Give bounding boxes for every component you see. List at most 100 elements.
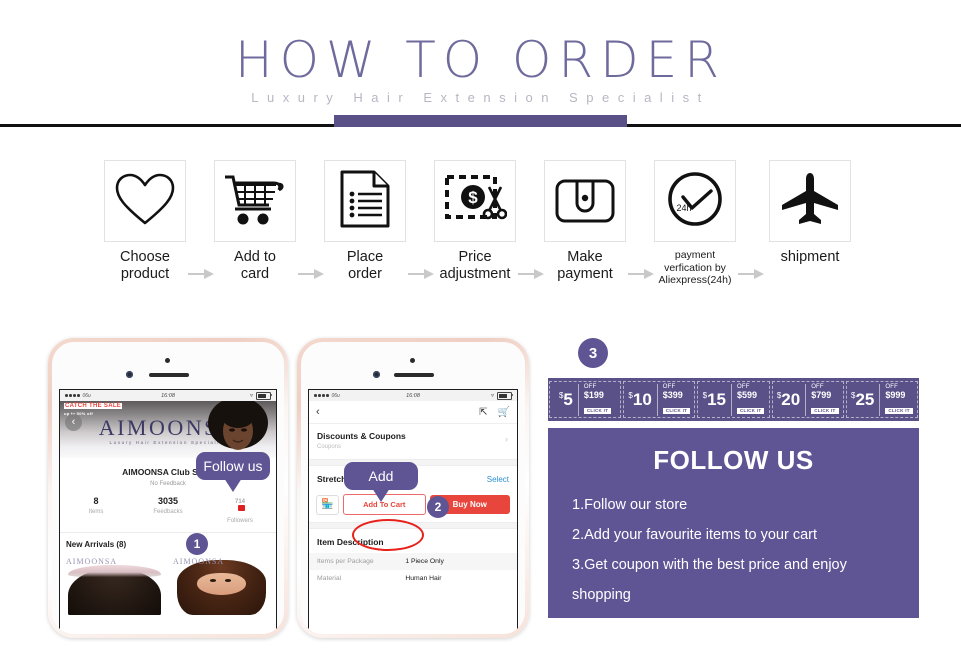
- step-icon-box: [544, 160, 626, 242]
- step-label: Place order: [346, 249, 384, 282]
- store-stats: 8 Items 3035 Feedbacks 714 Followers: [60, 496, 276, 533]
- phone-mockup-store: 06u 16:08 ▿ CATCH THE SALE up to 50% off…: [48, 338, 288, 638]
- section-divider: [309, 522, 517, 529]
- status-time: 16:08: [406, 392, 420, 399]
- step-icon-box: [214, 160, 296, 242]
- description-row: Items per Package 1 Piece Only: [309, 553, 517, 570]
- discounts-title: Discounts & Coupons: [317, 431, 406, 441]
- header: HOW TO ORDER Luxury Hair Extension Speci…: [0, 0, 961, 135]
- stat-items: 8 Items: [88, 496, 104, 515]
- front-camera-icon: [372, 371, 380, 378]
- coupon-cta[interactable]: CLICK IT: [736, 407, 765, 414]
- airplane-icon: [779, 171, 841, 232]
- follow-us-title: FOLLOW US: [653, 445, 814, 475]
- follow-us-list: 1.Follow our store 2.Add your favourite …: [548, 490, 919, 610]
- product-grid: AIMOONSA AIMOONSA: [60, 555, 276, 615]
- step-label: shipment: [780, 249, 840, 265]
- product-navbar: ‹ ⇱ 🛒: [309, 401, 517, 424]
- discounts-coupons-row[interactable]: Discounts & Coupons Coupons ›: [309, 424, 517, 453]
- discounts-sub: Coupons: [317, 444, 342, 450]
- coupon-strip: $5 OFF $199 CLICK IT $10 OFF $399 CLICK …: [548, 378, 919, 421]
- back-icon[interactable]: ‹: [316, 407, 320, 418]
- clock-check-24h-icon: 24h: [665, 169, 725, 234]
- wifi-icon: ▿: [249, 393, 253, 399]
- store-feedback: No Feedback: [150, 481, 186, 487]
- step-icon-box: [104, 160, 186, 242]
- phone-screen: 06u 16:08 ▿ CATCH THE SALE up to 50% off…: [59, 389, 277, 634]
- chevron-right-icon: ›: [505, 434, 508, 444]
- heart-icon: [114, 172, 176, 231]
- step-icon-box: [769, 160, 851, 242]
- earpiece-speaker-icon: [149, 373, 189, 377]
- phone-body: 06u 16:08 ▿ CATCH THE SALE up to 50% off…: [52, 342, 284, 634]
- document-icon: [339, 169, 391, 234]
- price-tag-scissors-icon: $: [443, 171, 508, 232]
- cta-row: 🏪 Add To Cart Buy Now: [309, 488, 517, 522]
- model-photo: [208, 401, 268, 450]
- wifi-icon: ▿: [490, 393, 494, 399]
- step-label: Choose product: [120, 249, 170, 282]
- list-item: 2.Add your favourite items to your cart: [572, 527, 817, 543]
- wallet-icon: [554, 173, 616, 230]
- coupon-cta[interactable]: CLICK IT: [662, 407, 691, 414]
- page-title: HOW TO ORDER: [234, 31, 726, 89]
- coupon-cta[interactable]: CLICK IT: [811, 407, 839, 414]
- item-description-title: Item Description: [317, 537, 384, 547]
- coupon-cta[interactable]: CLICK IT: [885, 407, 913, 414]
- earpiece-speaker-icon: [394, 373, 434, 377]
- step-shipment: shipment: [762, 160, 858, 266]
- step-icon-box: 24h: [654, 160, 736, 242]
- store-banner: CATCH THE SALE up to 50% off ‹ AIMOONSA …: [60, 401, 276, 458]
- battery-icon: [256, 391, 273, 400]
- front-camera-icon: [126, 371, 134, 378]
- coupon-item[interactable]: $15 OFF $599 CLICK IT: [697, 381, 770, 418]
- list-item: shopping: [572, 587, 631, 603]
- battery-icon: [497, 391, 514, 400]
- step-add-to-card: Add to card: [207, 160, 303, 283]
- product-watermark: AIMOONSA: [173, 557, 225, 566]
- step-label: Price adjustment: [439, 249, 511, 282]
- cart-icon: [223, 171, 287, 232]
- page-subtitle: Luxury Hair Extension Specialist: [251, 90, 710, 105]
- coupon-item[interactable]: $5 OFF $199 CLICK IT: [549, 381, 622, 418]
- steps-row: Choose product Add to card Place order $…: [0, 160, 961, 300]
- coupon-item[interactable]: $20 OFF $799 CLICK IT: [771, 381, 844, 418]
- share-icon[interactable]: ⇱: [479, 407, 487, 418]
- step-badge-3: 3: [578, 338, 608, 368]
- stat-feedbacks: 3035 Feedbacks: [153, 496, 183, 515]
- flag-icon: [237, 505, 245, 511]
- how-to-order-infographic: HOW TO ORDER Luxury Hair Extension Speci…: [0, 0, 961, 658]
- step-make-payment: Make payment: [537, 160, 633, 283]
- cart-icon[interactable]: 🛒: [498, 407, 510, 418]
- status-bar: 06u 16:08 ▿: [309, 390, 517, 401]
- hair-bundle-image: [68, 564, 162, 615]
- follow-us-panel: FOLLOW US 1.Follow our store 2.Add your …: [548, 428, 919, 618]
- store-icon[interactable]: 🏪: [316, 494, 339, 515]
- product-watermark: AIMOONSA: [66, 557, 118, 566]
- product-card[interactable]: AIMOONSA: [62, 555, 167, 615]
- step-price-adjustment: $ Price adjustment: [427, 160, 523, 283]
- header-divider-purple: [334, 115, 627, 127]
- product-card[interactable]: AIMOONSA: [169, 555, 274, 615]
- new-arrivals-heading: New Arrivals (8): [66, 540, 127, 549]
- status-time: 16:08: [161, 392, 175, 399]
- coupon-item[interactable]: $25 OFF $999 CLICK IT: [845, 381, 919, 418]
- step-badge-2: 2: [427, 496, 449, 518]
- coupon-cta[interactable]: CLICK IT: [583, 407, 612, 414]
- select-link[interactable]: Select: [487, 475, 509, 484]
- proximity-sensor-icon: [165, 358, 170, 363]
- coupon-item[interactable]: $10 OFF $399 CLICK IT: [623, 381, 696, 418]
- step-label: Make payment: [557, 249, 613, 282]
- step-place-order: Place order: [317, 160, 413, 283]
- description-row: Material Human Hair: [317, 575, 442, 582]
- step-label: payment verfication by Aliexpress(24h): [658, 249, 732, 286]
- list-item: 3.Get coupon with the best price and enj…: [572, 557, 847, 573]
- follow-us-callout-bubble: Follow us: [196, 452, 270, 492]
- stat-followers: 714 Followers: [227, 499, 253, 524]
- list-item: 1.Follow our store: [572, 497, 688, 513]
- status-bar: 06u 16:08 ▿: [60, 390, 276, 401]
- proximity-sensor-icon: [410, 358, 415, 363]
- step-badge-1: 1: [186, 533, 208, 555]
- step-label: Add to card: [234, 249, 276, 282]
- step-payment-verification: 24h payment verfication by Aliexpress(24h): [647, 160, 743, 287]
